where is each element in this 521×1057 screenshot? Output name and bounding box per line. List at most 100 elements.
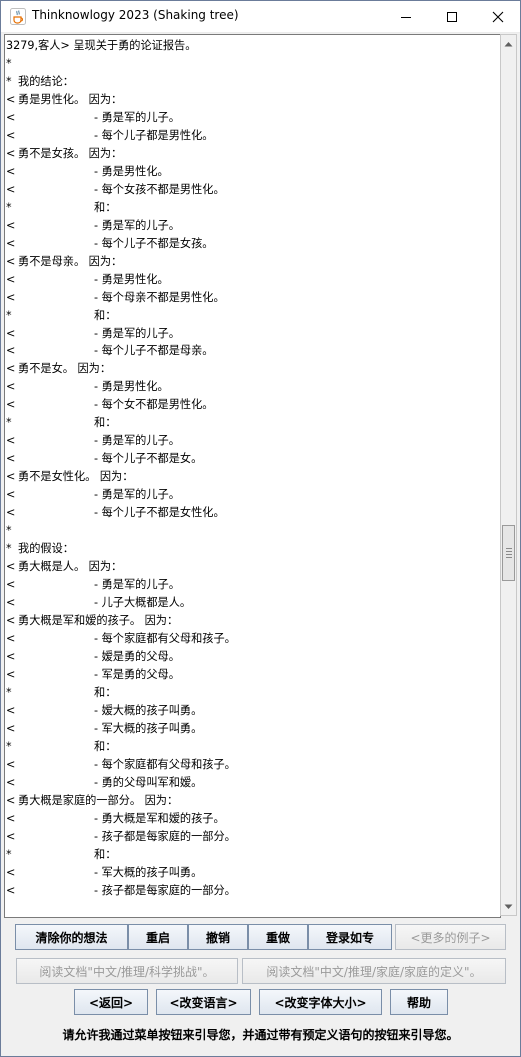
line-marker: < (6, 775, 16, 789)
output-text-area[interactable]: 3279,客人> 呈现关于勇的论证报告。 * * 我的结论： < 勇是男性化。 因为： < -… (4, 34, 501, 918)
output-line: * 我的假设： (6, 540, 500, 558)
output-line: < - 每个儿子不都是母亲。 (6, 342, 500, 360)
line-marker: < (6, 218, 16, 232)
output-line: 3279,客人> 呈现关于勇的论证报告。 (6, 37, 500, 55)
output-line: < - 勇是男性化。 (6, 271, 500, 289)
line-marker: < (6, 272, 16, 286)
output-line: < - 勇是军的儿子。 (6, 432, 500, 450)
output-line: < 勇不是女孩。 因为： (6, 145, 500, 163)
back-button[interactable]: <返回> (74, 989, 148, 1015)
maximize-icon (447, 11, 457, 22)
grip-line (506, 554, 512, 555)
output-line: < - 每个家庭都有父母和孩子。 (6, 630, 500, 648)
scroll-thumb[interactable] (502, 525, 515, 581)
read-document-science-challenge-button[interactable]: 阅读文档"中文/推理/科学挑战"。 (16, 958, 238, 984)
line-text: - 勇是军的儿子。 (94, 218, 180, 232)
output-line: < 勇不是女。 因为： (6, 360, 500, 378)
maximize-button[interactable] (429, 1, 475, 32)
window-title: Thinknowlogy 2023 (Shaking tree) (32, 8, 239, 22)
output-line: < - 每个儿子不都是女。 (6, 450, 500, 468)
line-text: 我的结论： (18, 74, 74, 88)
undo-button[interactable]: 撤销 (188, 924, 248, 950)
line-marker: < (6, 398, 16, 412)
close-button[interactable] (475, 1, 521, 32)
line-text: - 每个儿子不都是母亲。 (94, 344, 214, 358)
line-text: - 勇是男性化。 (94, 164, 169, 178)
output-line: < - 嫒大概的孩子叫勇。 (6, 702, 500, 720)
title-bar[interactable]: Thinknowlogy 2023 (Shaking tree) (1, 1, 520, 33)
line-text: - 每个女孩不都是男性化。 (94, 182, 225, 196)
read-document-family-definition-button[interactable]: 阅读文档"中文/推理/家庭/家庭的定义"。 (242, 958, 506, 984)
line-marker: < (6, 631, 16, 645)
scroll-down-arrow-icon (504, 904, 513, 909)
output-line: < - 每个家庭都有父母和孩子。 (6, 756, 500, 774)
grip-line (506, 557, 512, 558)
line-text: 和： (94, 739, 117, 753)
line-text: 和： (94, 416, 117, 430)
change-font-size-button[interactable]: <改变字体大小> (259, 989, 382, 1015)
grip-line (506, 551, 512, 552)
change-language-button[interactable]: <改变语言> (156, 989, 251, 1015)
line-marker: < (6, 578, 16, 592)
more-examples-button[interactable]: <更多的例子> (395, 924, 506, 950)
line-marker: < (6, 254, 16, 268)
redo-button[interactable]: 重做 (248, 924, 308, 950)
line-marker: < (6, 110, 16, 124)
scroll-down-button[interactable] (501, 899, 516, 914)
restart-button[interactable]: 重启 (128, 924, 188, 950)
line-marker: < (6, 452, 16, 466)
line-text: - 每个儿子不都是女孩。 (94, 236, 214, 250)
output-line: * 我的结论： (6, 73, 500, 91)
line-marker: < (6, 434, 16, 448)
line-text: - 军大概的孩子叫勇。 (94, 865, 203, 879)
output-line: < - 孩子都是每家庭的一部分。 (6, 882, 500, 900)
help-button[interactable]: 帮助 (390, 989, 448, 1015)
line-marker: < (6, 92, 16, 106)
line-text: 勇不是女性化。 因为： (18, 470, 134, 484)
line-marker: * (6, 685, 12, 699)
line-marker: < (6, 362, 16, 376)
line-text: - 军是勇的父母。 (94, 667, 180, 681)
login-as-expert-button[interactable]: 登录如专 (308, 924, 392, 950)
line-text: 勇不是女孩。 因为： (18, 146, 123, 160)
line-text: - 勇是男性化。 (94, 380, 169, 394)
vertical-scrollbar[interactable] (500, 34, 517, 916)
line-text: - 每个女不都是男性化。 (94, 398, 214, 412)
output-line: < - 勇的父母叫军和嫒。 (6, 774, 500, 792)
line-marker: < (6, 146, 16, 160)
line-text: - 嫒是勇的父母。 (94, 649, 180, 663)
output-line: * 和： (6, 684, 500, 702)
line-text: - 勇大概是军和嫒的孩子。 (94, 811, 225, 825)
line-text: - 勇是军的儿子。 (94, 578, 180, 592)
output-line: < 勇大概是人。 因为： (6, 558, 500, 576)
output-line: < 勇是男性化。 因为： (6, 91, 500, 109)
output-line: < - 每个母亲不都是男性化。 (6, 289, 500, 307)
output-line: < - 军是勇的父母。 (6, 666, 500, 684)
line-marker: < (6, 667, 16, 681)
line-text: - 勇是军的儿子。 (94, 326, 180, 340)
line-marker: * (6, 524, 12, 538)
line-marker: * (6, 308, 12, 322)
minimize-button[interactable] (383, 1, 429, 32)
line-text: - 每个母亲不都是男性化。 (94, 290, 225, 304)
line-text: - 儿子大概都是人。 (94, 596, 192, 610)
line-text: - 勇是军的儿子。 (94, 488, 180, 502)
line-marker: < (6, 380, 16, 394)
output-line: * 和： (6, 738, 500, 756)
line-marker: < (6, 560, 16, 574)
clear-thoughts-button[interactable]: 清除你的想法 (15, 924, 128, 950)
output-line: < - 孩子都是每家庭的一部分。 (6, 828, 500, 846)
output-line: < - 勇是军的儿子。 (6, 217, 500, 235)
line-text: - 勇是军的儿子。 (94, 110, 180, 124)
output-line: < - 勇是军的儿子。 (6, 109, 500, 127)
line-marker: < (6, 883, 16, 897)
line-marker: < (6, 829, 16, 843)
output-line: * 和： (6, 846, 500, 864)
line-text: 我的假设： (18, 542, 74, 556)
grip-line (506, 548, 512, 549)
output-line: * (6, 522, 500, 540)
output-line: < 勇不是女性化。 因为： (6, 468, 500, 486)
scroll-up-button[interactable] (501, 36, 516, 51)
line-text: - 军大概的孩子叫勇。 (94, 721, 203, 735)
output-line: < - 每个女孩不都是男性化。 (6, 181, 500, 199)
